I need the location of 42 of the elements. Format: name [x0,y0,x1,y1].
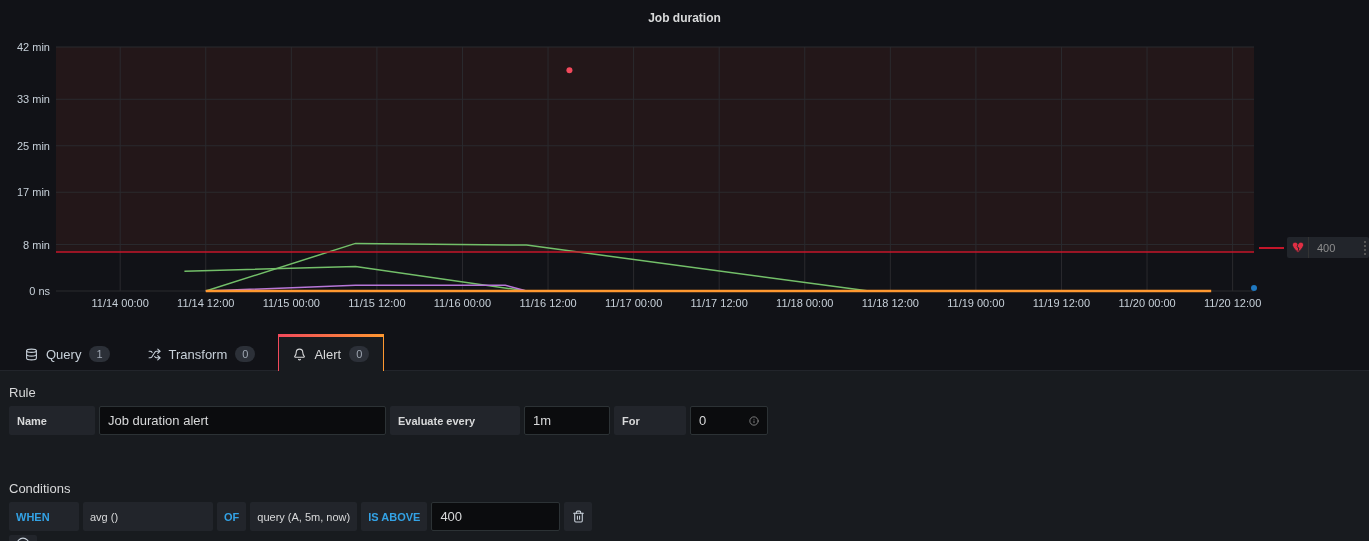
text-field[interactable]: 0 [690,406,768,435]
tab-count: 1 [89,346,110,362]
y-axis-label: 8 min [23,238,50,251]
y-axis-label: 42 min [16,41,50,53]
field-label: Evaluate every [390,406,520,435]
x-axis-label: 11/14 00:00 [91,297,149,309]
x-axis-label: 11/17 12:00 [690,297,748,309]
condition-keyword[interactable]: OF [217,502,247,531]
x-axis-label: 11/16 12:00 [519,297,577,309]
threshold-field[interactable]: 400 [431,502,561,531]
y-axis-label: 17 min [16,186,50,199]
y-axis-label: 33 min [16,93,50,106]
text-field[interactable]: Job duration alert [99,406,386,435]
x-axis-label: 11/20 12:00 [1203,297,1262,309]
editor-tab[interactable]: Transform 0 [132,334,271,371]
panel-title: Job duration [648,11,721,25]
threshold-handle[interactable]: 400 [1287,237,1369,258]
x-axis-label: 11/19 00:00 [947,297,1005,309]
x-axis-label: 11/14 12:00 [177,297,235,309]
x-axis-label: 11/19 12:00 [1032,297,1091,309]
y-axis-label: 0 ns [29,285,50,297]
tab-count: 0 [235,346,256,362]
x-axis-label: 11/15 12:00 [348,297,406,309]
field-label: For [614,406,686,435]
condition-select[interactable]: query (A, 5m, now) [250,502,358,531]
editor-tab[interactable]: Alert 0 [278,334,385,371]
x-axis-label: 11/15 00:00 [262,297,320,309]
condition-keyword[interactable]: WHEN [9,502,79,531]
x-axis-label: 11/16 00:00 [433,297,492,309]
editor-tab[interactable]: Query 1 [10,334,125,371]
condition-select[interactable]: avg () [83,502,213,531]
text-field[interactable]: 1m [524,406,610,435]
condition-keyword[interactable]: IS ABOVE [361,502,428,531]
x-axis-label: 11/20 00:00 [1118,297,1176,309]
section-heading: Conditions [9,481,72,496]
x-axis-label: 11/18 00:00 [776,297,834,309]
y-axis-label: 25 min [16,139,50,152]
x-axis-label: 11/17 00:00 [604,297,663,309]
x-axis-label: 11/18 12:00 [861,297,919,309]
tab-count: 0 [349,346,370,362]
field-label: Name [9,406,95,435]
section-heading: Rule [9,385,37,400]
